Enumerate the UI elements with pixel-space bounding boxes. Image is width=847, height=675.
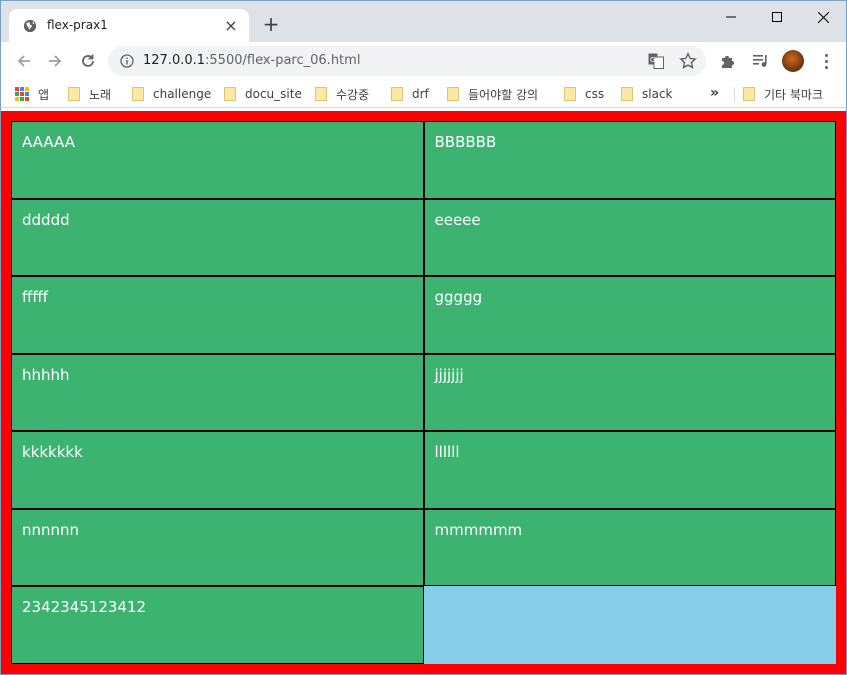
window-close-button[interactable] [800, 5, 846, 29]
arrow-left-icon [17, 55, 30, 67]
flex-item: nnnnnn [11, 508, 424, 587]
bookmark-item[interactable]: css [564, 84, 604, 104]
puzzle-icon[interactable] [719, 52, 737, 70]
page-content: AAAAA BBBBBB ddddd eeeee fffff ggggg hhh… [1, 111, 846, 674]
empty-cell [423, 586, 836, 664]
tab-title: flex-prax1 [47, 18, 108, 32]
arrow-right-icon [49, 55, 62, 67]
reload-button[interactable] [78, 51, 98, 71]
bookmark-label: 수강중 [336, 87, 370, 102]
media-queue-icon[interactable] [752, 52, 770, 70]
bookmark-label: docu_site [245, 87, 302, 101]
flex-item: mmmmmm [423, 508, 836, 587]
bookmark-label: 기타 북마크 [764, 87, 824, 102]
star-icon[interactable] [679, 52, 697, 70]
flex-item: AAAAA [11, 121, 424, 199]
folder-icon [132, 87, 144, 101]
minimize-icon [726, 16, 736, 18]
url-host: 127.0.0.1 [143, 53, 206, 68]
bookmark-other[interactable]: 기타 북마크 [743, 84, 823, 104]
bookmarks-overflow-chevron[interactable]: » [710, 85, 719, 101]
bookmark-item[interactable]: 수강중 [315, 84, 369, 104]
url-path: :5500/flex-parc_06.html [205, 53, 361, 68]
bookmark-label: css [585, 87, 605, 101]
bookmark-item[interactable]: slack [621, 84, 673, 104]
bookmark-apps[interactable]: 앱 [15, 84, 49, 104]
translate-icon[interactable]: G [648, 53, 664, 69]
back-button[interactable] [14, 51, 34, 71]
apps-grid-icon [15, 87, 29, 101]
flex-item: eeeee [423, 198, 836, 277]
title-bar: flex-prax1 × + [1, 1, 846, 43]
address-bar[interactable]: 127.0.0.1:5500/flex-parc_06.html G [108, 46, 706, 76]
bookmark-label: 노래 [89, 87, 112, 102]
folder-icon [447, 87, 459, 101]
reload-icon [82, 54, 94, 67]
bookmark-item[interactable]: 노래 [68, 84, 111, 104]
new-tab-icon[interactable]: + [262, 14, 280, 34]
folder-icon [743, 87, 755, 101]
flex-container: AAAAA BBBBBB ddddd eeeee fffff ggggg hhh… [11, 121, 836, 664]
bookmarks-bar: 앱 노래 challenge docu_site 수강중 drf 들어야할 강의… [1, 80, 846, 108]
minimize-button[interactable] [708, 5, 754, 29]
bookmark-label: 앱 [38, 87, 50, 102]
folder-icon [391, 87, 403, 101]
browser-tab[interactable]: flex-prax1 × [9, 9, 249, 43]
flex-item: hhhhh [11, 353, 424, 432]
bookmark-item[interactable]: 들어야할 강의 [447, 84, 538, 104]
flex-item: llllll [423, 431, 836, 509]
bookmark-item[interactable]: drf [391, 84, 429, 104]
folder-icon [564, 87, 576, 101]
svg-text:G: G [650, 56, 655, 64]
flex-item: BBBBBB [423, 121, 836, 199]
maximize-icon [772, 12, 782, 22]
flex-item: kkkkkkk [11, 431, 424, 509]
flex-item: ddddd [11, 198, 424, 277]
close-tab-icon[interactable]: × [223, 18, 239, 34]
flex-item: jjjjjjj [423, 353, 836, 432]
bookmarks-divider [734, 87, 735, 102]
bookmark-label: 들어야할 강의 [468, 87, 539, 102]
flex-item: 2342345123412 [11, 586, 424, 664]
bookmark-label: drf [412, 87, 429, 101]
flex-item: fffff [11, 276, 424, 354]
globe-icon [23, 19, 37, 33]
maximize-button[interactable] [754, 5, 800, 29]
flex-item: ggggg [423, 276, 836, 354]
forward-button[interactable] [45, 51, 65, 71]
folder-icon [224, 87, 236, 101]
bookmark-label: slack [642, 87, 673, 101]
folder-icon [621, 87, 633, 101]
bookmark-item[interactable]: docu_site [224, 84, 302, 104]
more-menu-icon[interactable] [817, 52, 835, 70]
toolbar: 127.0.0.1:5500/flex-parc_06.html G [1, 42, 846, 80]
close-icon [817, 11, 829, 23]
info-icon[interactable] [120, 54, 134, 68]
url-text[interactable]: 127.0.0.1:5500/flex-parc_06.html [143, 53, 360, 68]
bookmark-label: challenge [153, 87, 212, 101]
folder-icon [68, 87, 80, 101]
folder-icon [315, 87, 327, 101]
bookmark-item[interactable]: challenge [132, 84, 211, 104]
avatar[interactable] [782, 50, 804, 72]
